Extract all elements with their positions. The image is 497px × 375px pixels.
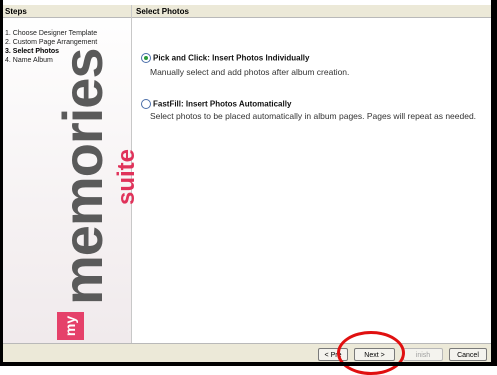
logo-my-text: my: [62, 315, 79, 337]
step-custom-page-arrangement: 2. Custom Page Arrangement: [5, 39, 98, 46]
step-choose-template: 1. Choose Designer Template: [5, 30, 98, 37]
steps-header: Steps: [3, 5, 131, 18]
radio-pick-and-click[interactable]: [141, 52, 151, 63]
window-border-bottom: [0, 362, 497, 366]
cancel-button[interactable]: Cancel: [449, 348, 487, 361]
logo-memories-text: memories: [51, 48, 114, 305]
option-pick-and-click[interactable]: Pick and Click: Insert Photos Individual…: [141, 49, 309, 67]
annotation-circle: [337, 331, 405, 375]
page-title: Select Photos: [132, 5, 491, 18]
option-fastfill-description: Select photos to be placed automatically…: [150, 111, 477, 121]
logo-my-badge: my: [57, 312, 84, 340]
option-fastfill-title: FastFill: Insert Photos Automatically: [153, 99, 292, 109]
option-pick-and-click-title: Pick and Click: Insert Photos Individual…: [153, 53, 310, 63]
radio-fastfill[interactable]: [141, 98, 151, 109]
window-border-right: [491, 0, 497, 366]
finish-button[interactable]: inish: [403, 348, 443, 361]
steps-sidebar: Steps 1. Choose Designer Template 2. Cus…: [3, 5, 140, 343]
option-pick-and-click-description: Manually select and add photos after alb…: [150, 67, 350, 77]
logo-suite-text: suite: [113, 148, 140, 205]
